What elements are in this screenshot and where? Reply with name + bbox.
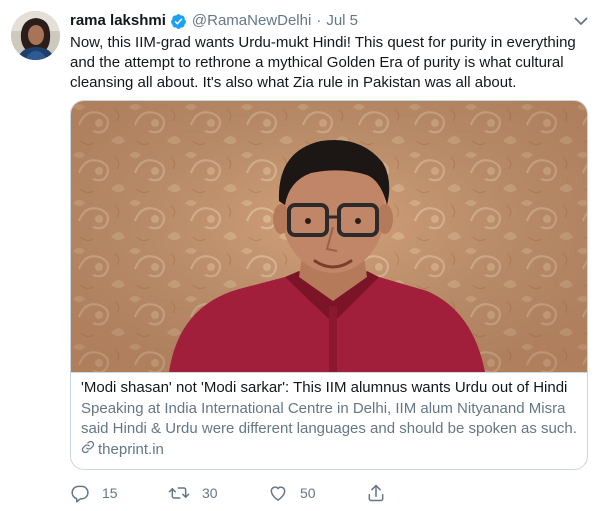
link-icon: [81, 440, 98, 460]
retweet-icon: [168, 483, 190, 503]
tweet-date[interactable]: Jul 5: [326, 11, 358, 31]
retweet-button[interactable]: 30: [168, 482, 218, 504]
like-button[interactable]: 50: [268, 482, 316, 504]
card-body[interactable]: 'Modi shasan' not 'Modi sarkar': This II…: [71, 372, 587, 460]
retweet-count: 30: [202, 485, 218, 501]
share-icon: [366, 483, 386, 503]
author-name[interactable]: rama lakshmi: [70, 11, 166, 31]
link-card[interactable]: 'Modi shasan' not 'Modi sarkar': This II…: [70, 100, 588, 470]
card-image[interactable]: [71, 101, 587, 372]
card-title[interactable]: 'Modi shasan' not 'Modi sarkar': This II…: [81, 378, 577, 398]
tweet-header: rama lakshmi @RamaNewDelhi · Jul 5: [70, 11, 358, 31]
reply-count: 15: [102, 485, 118, 501]
share-button[interactable]: [366, 482, 386, 504]
heart-icon: [268, 483, 288, 503]
tweet-text: Now, this IIM-grad wants Urdu-mukt Hindi…: [70, 34, 576, 91]
chevron-down-icon[interactable]: [573, 13, 589, 29]
author-handle[interactable]: @RamaNewDelhi: [192, 11, 311, 31]
card-domain[interactable]: theprint.in: [81, 440, 577, 460]
card-description: Speaking at India International Centre i…: [81, 400, 577, 437]
reply-button[interactable]: 15: [70, 482, 118, 504]
card-domain-label: theprint.in: [98, 441, 164, 458]
verified-badge-icon: [170, 13, 187, 30]
reply-icon: [70, 483, 90, 503]
avatar[interactable]: [11, 11, 60, 60]
like-count: 50: [300, 485, 316, 501]
separator-dot: ·: [316, 12, 322, 29]
tweet[interactable]: rama lakshmi @RamaNewDelhi · Jul 5 Now, …: [0, 0, 595, 511]
tweet-actions: 15 30 50: [70, 482, 400, 504]
